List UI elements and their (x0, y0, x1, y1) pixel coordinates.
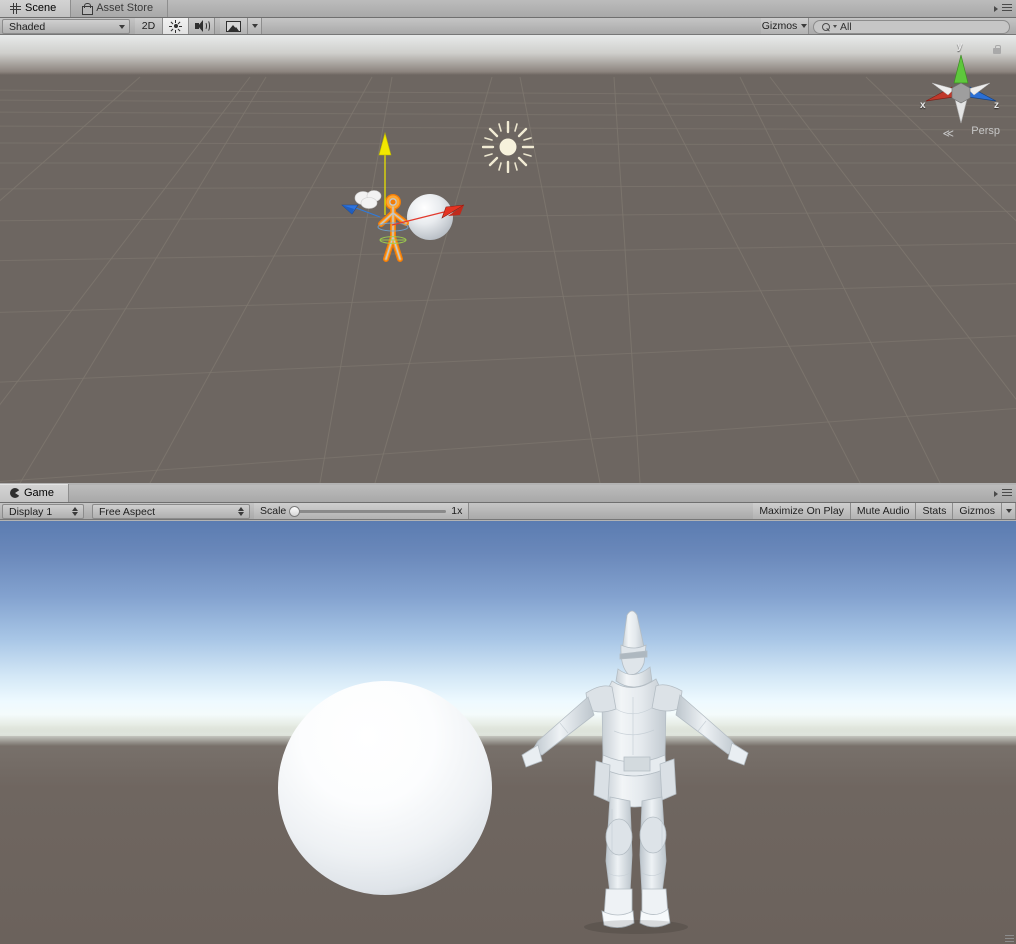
magnifier-icon (822, 22, 830, 31)
maximize-on-play-button[interactable]: Maximize On Play (753, 503, 851, 519)
game-character (521, 610, 749, 934)
scale-slider-knob[interactable] (289, 505, 301, 517)
projection-toggle-arrow-icon[interactable]: ≪ (942, 127, 954, 140)
move-handle-z-axis[interactable] (340, 197, 382, 223)
chevron-down-icon (1005, 509, 1012, 513)
toggle-audio-button[interactable] (189, 18, 215, 34)
tab-game[interactable]: Game (0, 484, 69, 502)
sun-icon (169, 19, 182, 33)
game-panel-options-icon[interactable] (994, 487, 1012, 500)
tab-asset-store-label: Asset Store (96, 2, 154, 14)
projection-mode-label[interactable]: Persp (971, 125, 1000, 137)
axis-label-z: z (994, 100, 999, 111)
scene-panel: Scene Asset Store Shaded 2D Gizmos All (0, 0, 1016, 35)
scale-label: Scale (260, 505, 287, 517)
unity-editor-window: Scene Asset Store Shaded 2D Gizmos All y… (0, 0, 1016, 944)
scene-search-value: All (840, 20, 852, 33)
tab-scene-label: Scene (25, 2, 57, 14)
scene-viewport[interactable]: y x z ≪ Persp (0, 35, 1016, 483)
axis-label-x: x (920, 100, 926, 111)
game-viewport[interactable] (0, 521, 1016, 944)
scale-value: 1x (451, 505, 463, 517)
tab-asset-store[interactable]: Asset Store (71, 0, 169, 17)
game-sky (0, 521, 1016, 736)
game-gizmos-button[interactable]: Gizmos (953, 503, 1002, 519)
window-resize-grip[interactable] (1003, 931, 1015, 943)
display-value: Display 1 (9, 505, 53, 518)
tab-scene[interactable]: Scene (0, 0, 72, 17)
axis-label-y: y (957, 41, 963, 52)
draw-mode-dropdown[interactable]: Shaded (2, 19, 130, 34)
updown-arrows-icon (72, 506, 79, 517)
aspect-value: Free Aspect (99, 505, 156, 518)
stats-button[interactable]: Stats (916, 503, 954, 519)
game-horizon-haze (0, 724, 1016, 746)
game-sphere (278, 681, 492, 895)
scene-grid (0, 76, 1016, 483)
scale-slider[interactable] (289, 505, 447, 517)
game-ground (0, 736, 1016, 944)
scene-gizmos-button[interactable]: Gizmos (761, 18, 809, 34)
game-icon (10, 488, 20, 498)
game-gizmos-dropdown-button[interactable] (1002, 503, 1016, 519)
effects-dropdown-button[interactable] (248, 18, 262, 34)
grid-icon (10, 2, 21, 14)
display-dropdown[interactable]: Display 1 (2, 504, 84, 519)
scene-panel-options-icon[interactable] (994, 2, 1012, 15)
image-icon (226, 20, 241, 32)
draw-mode-value: Shaded (9, 20, 46, 33)
scene-gizmos-label: Gizmos (761, 20, 798, 32)
game-tabbar: Game (0, 484, 1016, 503)
toggle-2d-label: 2D (141, 20, 156, 32)
scene-toolbar: Shaded 2D Gizmos All (0, 18, 1016, 35)
toggle-2d-button[interactable]: 2D (135, 18, 163, 34)
tab-game-label: Game (24, 487, 54, 499)
directional-light-gizmo[interactable] (482, 121, 534, 173)
move-handle-x-axis[interactable] (390, 201, 466, 229)
chevron-down-icon (801, 24, 808, 28)
game-gizmos-label: Gizmos (959, 505, 995, 517)
toggle-lighting-button[interactable] (163, 18, 189, 34)
speaker-icon (195, 20, 210, 32)
shopping-bag-icon (81, 2, 94, 15)
chevron-down-icon (833, 25, 837, 28)
game-panel: Game Display 1 Free Aspect Scale 1x Maxi… (0, 484, 1016, 520)
lock-icon[interactable] (993, 45, 1001, 54)
chevron-down-icon (119, 24, 125, 29)
game-toolbar: Display 1 Free Aspect Scale 1x Maximize … (0, 503, 1016, 520)
toggle-effects-button[interactable] (220, 18, 248, 34)
mute-audio-label: Mute Audio (856, 505, 910, 517)
maximize-on-play-label: Maximize On Play (759, 505, 844, 517)
scene-search-input[interactable]: All (813, 19, 1010, 34)
updown-arrows-icon (238, 506, 245, 517)
stats-label: Stats (922, 505, 947, 517)
scene-tabbar: Scene Asset Store (0, 0, 1016, 18)
mute-audio-button[interactable]: Mute Audio (850, 503, 917, 519)
scale-slider-group[interactable]: Scale 1x (254, 503, 470, 519)
aspect-dropdown[interactable]: Free Aspect (92, 504, 250, 519)
chevron-down-icon (251, 24, 258, 28)
